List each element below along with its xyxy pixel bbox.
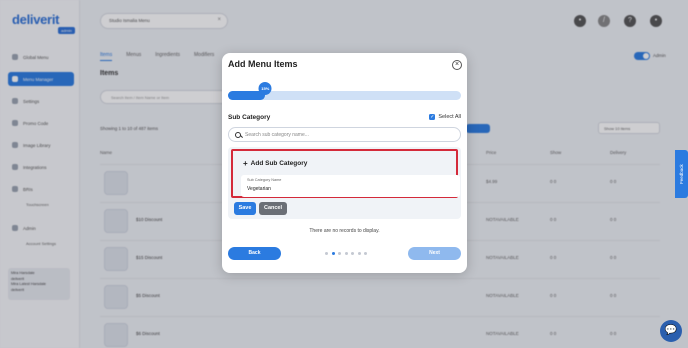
progress-bar: 15%: [228, 82, 461, 100]
highlight-box: + Add Sub Category Sub Category Name: [231, 149, 460, 198]
sub-category-name-input[interactable]: [247, 186, 447, 192]
select-all-checkbox[interactable]: ✓ Select All: [429, 114, 461, 120]
step-dot: [331, 252, 335, 255]
close-icon[interactable]: ×: [452, 60, 462, 70]
progress-indicator: 15%: [258, 82, 272, 95]
next-button[interactable]: Next: [408, 247, 461, 260]
step-dot: [338, 252, 341, 255]
back-button[interactable]: Back: [228, 247, 281, 260]
save-button[interactable]: Save: [234, 202, 256, 215]
modal-title: Add Menu Items: [228, 59, 298, 69]
feedback-tab[interactable]: Feedback: [675, 150, 688, 198]
sub-category-name-field[interactable]: Sub Category Name: [241, 175, 460, 197]
sub-category-search[interactable]: [228, 127, 461, 142]
chat-icon[interactable]: 💬: [660, 320, 682, 342]
checkbox-checked-icon[interactable]: ✓: [429, 114, 436, 120]
search-icon: [235, 131, 241, 138]
empty-message: There are no records to display.: [309, 228, 380, 234]
step-indicator: [325, 252, 367, 255]
cancel-button[interactable]: Cancel: [259, 202, 287, 215]
sub-category-search-input[interactable]: [245, 131, 445, 138]
step-dot: [325, 252, 328, 255]
plus-icon: +: [243, 158, 248, 168]
step-dot: [351, 252, 354, 255]
sub-category-list: + Add Sub Category Sub Category Name Sav…: [228, 147, 461, 219]
add-sub-category-header[interactable]: + Add Sub Category: [243, 158, 307, 168]
step-dot: [344, 252, 348, 255]
section-label: Sub Category: [228, 114, 271, 121]
add-menu-items-modal: Add Menu Items × 15% Sub Category ✓ Sele…: [222, 53, 467, 273]
step-dot: [357, 252, 361, 255]
step-dot: [364, 252, 367, 255]
sub-category-name-label: Sub Category Name: [247, 178, 282, 182]
